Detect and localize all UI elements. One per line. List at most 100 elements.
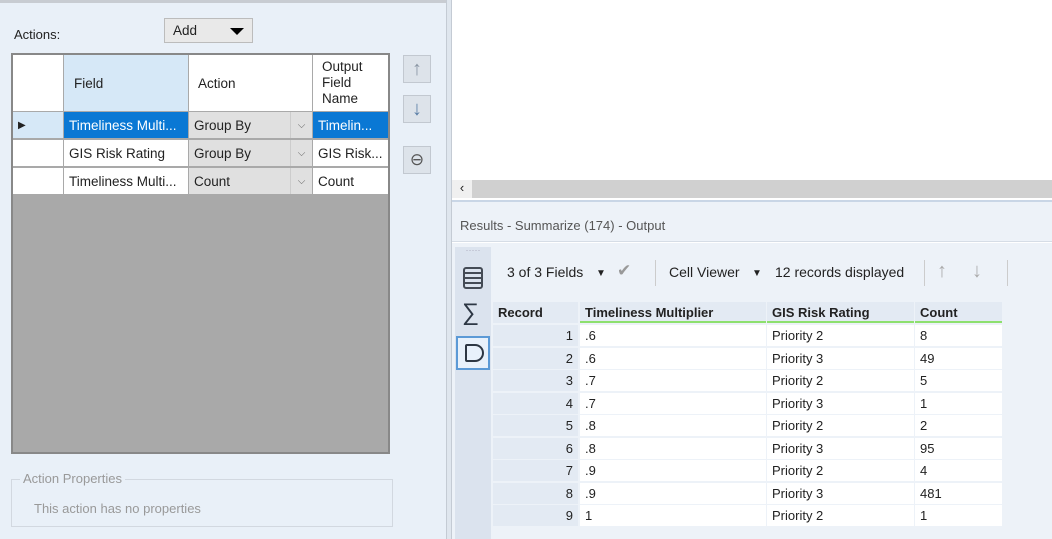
row-header[interactable]: ▶: [13, 112, 63, 138]
results-cell[interactable]: .9: [580, 460, 766, 481]
actions-label: Actions:: [14, 27, 61, 42]
arrow-up-icon[interactable]: ↑: [937, 260, 947, 283]
add-dropdown[interactable]: Add: [164, 18, 253, 43]
results-sidebar: ····· ∑: [455, 245, 491, 539]
results-cell[interactable]: 1: [580, 505, 766, 526]
record-number: 6: [493, 437, 578, 459]
chevron-down-icon: ⌵: [290, 140, 312, 166]
field-cell[interactable]: Timeliness Multi...: [64, 168, 188, 194]
results-cell[interactable]: Priority 2: [767, 325, 914, 346]
results-column-header[interactable]: Count: [915, 302, 1002, 323]
action-value: Group By: [194, 117, 252, 133]
fields-selector[interactable]: 3 of 3 Fields: [507, 264, 583, 280]
canvas-area: [452, 0, 1052, 180]
output-name-cell[interactable]: Timelin...: [313, 112, 388, 138]
action-dropdown[interactable]: Count ⌵: [189, 168, 312, 194]
divider: [924, 260, 925, 286]
viewer-dropdown-icon[interactable]: ▼: [752, 268, 762, 279]
record-number: 8: [493, 482, 578, 504]
results-column-header[interactable]: Timeliness Multiplier: [580, 302, 766, 323]
results-cell[interactable]: Priority 3: [767, 347, 914, 369]
results-cell[interactable]: 1: [915, 392, 1002, 414]
actions-grid: Field Action Output Field Name ▶ Timeline…: [11, 53, 390, 454]
results-cell[interactable]: .9: [580, 482, 766, 504]
arrow-down-icon: ↓: [412, 97, 422, 120]
record-number: 7: [493, 460, 578, 481]
metadata-view-button[interactable]: [456, 336, 490, 370]
results-cell[interactable]: 5: [915, 370, 1002, 391]
record-number: 4: [493, 392, 578, 414]
add-label: Add: [173, 23, 198, 38]
results-column-header[interactable]: GIS Risk Rating: [767, 302, 914, 323]
row-header[interactable]: [13, 140, 63, 166]
results-cell[interactable]: .6: [580, 347, 766, 369]
action-dropdown[interactable]: Group By ⌵: [189, 140, 312, 166]
column-header-field[interactable]: Field: [64, 55, 188, 111]
action-value: Count: [194, 173, 231, 189]
move-down-button[interactable]: ↓: [403, 95, 431, 123]
table-view-icon[interactable]: [463, 267, 483, 289]
records-count: 12 records displayed: [775, 264, 905, 280]
arrow-up-icon: ↑: [412, 57, 422, 80]
fields-dropdown-icon[interactable]: ▼: [596, 268, 606, 279]
action-properties-group: Action Properties This action has no pro…: [11, 471, 393, 527]
results-header: Results - Summarize (174) - Output: [452, 200, 1052, 242]
summarize-config-panel: Actions: Add Field Action Output Field N…: [0, 0, 446, 539]
output-name-cell[interactable]: Count: [313, 168, 388, 194]
results-cell[interactable]: Priority 3: [767, 437, 914, 459]
results-cell[interactable]: Priority 3: [767, 392, 914, 414]
results-cell[interactable]: 95: [915, 437, 1002, 459]
arrow-down-icon[interactable]: ↓: [972, 260, 982, 283]
cell-viewer-selector[interactable]: Cell Viewer: [669, 264, 740, 280]
results-cell[interactable]: 4: [915, 460, 1002, 481]
field-cell[interactable]: GIS Risk Rating: [64, 140, 188, 166]
field-cell[interactable]: Timeliness Multi...: [64, 112, 188, 138]
results-cell[interactable]: 49: [915, 347, 1002, 369]
action-dropdown[interactable]: Group By ⌵: [189, 112, 312, 138]
results-cell[interactable]: .7: [580, 370, 766, 391]
chevron-down-icon: ⌵: [290, 112, 312, 138]
output-name-cell[interactable]: GIS Risk...: [313, 140, 388, 166]
move-up-button[interactable]: ↑: [403, 55, 431, 83]
results-cell[interactable]: .7: [580, 392, 766, 414]
results-cell[interactable]: Priority 2: [767, 370, 914, 391]
results-title: Results - Summarize (174) - Output: [460, 218, 666, 233]
scroll-left-icon[interactable]: ‹: [452, 180, 472, 198]
apply-check-icon[interactable]: ✔: [617, 261, 631, 281]
horizontal-scrollbar[interactable]: ‹: [452, 180, 1052, 198]
results-cell[interactable]: 2: [915, 415, 1002, 436]
record-number: 9: [493, 505, 578, 526]
action-properties-title: Action Properties: [20, 471, 125, 486]
divider: [1007, 260, 1008, 286]
grip-icon: ·····: [465, 245, 481, 255]
row-header-corner: [13, 55, 63, 111]
results-column-header[interactable]: Record: [493, 302, 578, 323]
results-cell[interactable]: 481: [915, 482, 1002, 504]
record-number: 5: [493, 415, 578, 436]
results-cell[interactable]: 1: [915, 505, 1002, 526]
minus-circle-icon: ⊖: [409, 150, 425, 169]
action-properties-text: This action has no properties: [34, 501, 201, 516]
divider: [655, 260, 656, 286]
dropdown-arrow-icon: [230, 28, 244, 35]
row-header[interactable]: [13, 168, 63, 194]
results-cell[interactable]: .6: [580, 325, 766, 346]
record-number: 3: [493, 370, 578, 391]
summary-sigma-icon[interactable]: ∑: [462, 299, 479, 327]
results-cell[interactable]: Priority 3: [767, 482, 914, 504]
results-cell[interactable]: Priority 2: [767, 460, 914, 481]
results-cell[interactable]: 8: [915, 325, 1002, 346]
record-number: 1: [493, 325, 578, 346]
results-cell[interactable]: Priority 2: [767, 415, 914, 436]
action-value: Group By: [194, 145, 252, 161]
results-cell[interactable]: .8: [580, 437, 766, 459]
chevron-down-icon: ⌵: [290, 168, 312, 194]
record-number: 2: [493, 347, 578, 369]
tag-icon: [465, 344, 484, 362]
results-cell[interactable]: .8: [580, 415, 766, 436]
remove-button[interactable]: ⊖: [403, 146, 431, 174]
column-header-output[interactable]: Output Field Name: [313, 55, 388, 111]
current-row-icon: ▶: [18, 119, 26, 131]
column-header-action[interactable]: Action: [189, 55, 312, 111]
results-cell[interactable]: Priority 2: [767, 505, 914, 526]
